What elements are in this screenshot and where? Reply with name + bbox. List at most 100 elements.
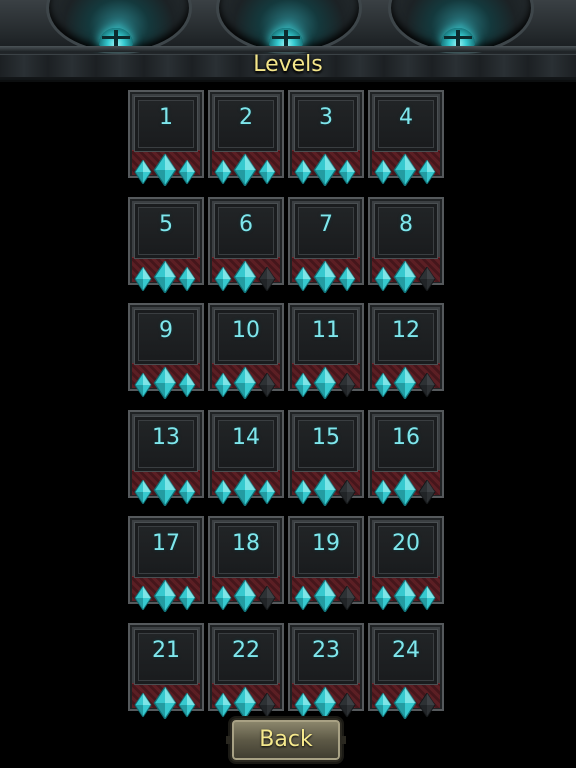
level-tile[interactable]: 19 <box>288 516 364 613</box>
level-tile[interactable]: 24 <box>368 622 444 719</box>
gem-earned-icon <box>153 686 177 719</box>
gem-earned-icon <box>233 580 257 613</box>
gem-earned-icon <box>258 160 276 184</box>
page-title: Levels <box>253 52 323 77</box>
level-tile[interactable]: 12 <box>368 303 444 400</box>
level-tile[interactable]: 5 <box>128 196 204 293</box>
level-number: 10 <box>232 318 260 344</box>
level-tile[interactable]: 17 <box>128 516 204 613</box>
star-gems <box>128 260 204 293</box>
gem-earned-icon <box>393 473 417 506</box>
level-grid: 1 2 3 4 5 6 7 8 9 10 11 12 13 14 15 16 17 18 19 20 21 22 23 24 <box>128 90 444 719</box>
level-tile[interactable]: 16 <box>368 409 444 506</box>
star-gems <box>288 686 364 719</box>
gem-earned-icon <box>233 260 257 293</box>
level-tile[interactable]: 6 <box>208 196 284 293</box>
gem-earned-icon <box>294 479 312 504</box>
gem-earned-icon <box>374 160 392 184</box>
level-number: 1 <box>159 105 173 130</box>
gem-earned-icon <box>134 160 152 184</box>
level-tile[interactable]: 10 <box>208 303 284 400</box>
star-gems <box>208 260 284 293</box>
gem-earned-icon <box>178 160 196 184</box>
gem-empty-icon <box>418 266 436 291</box>
level-number: 18 <box>232 531 260 557</box>
gem-earned-icon <box>374 479 392 504</box>
gem-earned-icon <box>153 260 177 293</box>
star-gems <box>288 580 364 613</box>
level-number: 16 <box>392 424 420 450</box>
level-number: 14 <box>232 424 260 450</box>
gem-earned-icon <box>313 686 337 719</box>
gem-earned-icon <box>153 154 177 186</box>
gem-earned-icon <box>393 580 417 613</box>
star-gems <box>368 473 444 506</box>
gem-earned-icon <box>338 266 356 291</box>
level-tile[interactable]: 11 <box>288 303 364 400</box>
level-number: 20 <box>392 531 420 557</box>
level-number: 4 <box>399 105 413 130</box>
gem-earned-icon <box>313 260 337 293</box>
gem-empty-icon <box>258 586 276 611</box>
gem-empty-icon <box>338 586 356 611</box>
gem-earned-icon <box>294 373 312 398</box>
gem-earned-icon <box>418 586 436 611</box>
gem-empty-icon <box>418 479 436 504</box>
gem-earned-icon <box>294 160 312 184</box>
level-tile[interactable]: 3 <box>288 90 364 186</box>
gem-earned-icon <box>313 473 337 506</box>
gem-earned-icon <box>313 580 337 613</box>
gem-earned-icon <box>134 586 152 611</box>
gem-empty-icon <box>258 373 276 398</box>
level-number: 3 <box>319 105 333 130</box>
gem-earned-icon <box>294 586 312 611</box>
star-gems <box>368 367 444 400</box>
star-gems <box>128 473 204 506</box>
gem-earned-icon <box>258 479 276 504</box>
level-tile[interactable]: 7 <box>288 196 364 293</box>
level-tile[interactable]: 15 <box>288 409 364 506</box>
star-gems <box>368 154 444 186</box>
level-tile[interactable]: 9 <box>128 303 204 400</box>
gem-earned-icon <box>374 373 392 398</box>
gem-empty-icon <box>338 479 356 504</box>
level-number: 12 <box>392 318 420 344</box>
level-tile[interactable]: 21 <box>128 622 204 719</box>
star-gems <box>208 473 284 506</box>
star-gems <box>368 260 444 293</box>
star-gems <box>368 580 444 613</box>
level-tile[interactable]: 20 <box>368 516 444 613</box>
level-number: 2 <box>239 105 253 130</box>
level-tile[interactable]: 14 <box>208 409 284 506</box>
level-tile[interactable]: 18 <box>208 516 284 613</box>
gem-empty-icon <box>258 692 276 717</box>
level-number: 24 <box>392 637 420 663</box>
level-number: 6 <box>239 211 253 237</box>
level-tile[interactable]: 2 <box>208 90 284 186</box>
star-gems <box>288 367 364 400</box>
gem-earned-icon <box>233 473 257 506</box>
level-tile[interactable]: 8 <box>368 196 444 293</box>
star-gems <box>128 154 204 186</box>
gem-earned-icon <box>214 160 232 184</box>
star-gems <box>288 154 364 186</box>
star-gems <box>208 367 284 400</box>
gem-earned-icon <box>338 160 356 184</box>
level-number: 11 <box>312 318 340 344</box>
gem-earned-icon <box>418 160 436 184</box>
level-tile[interactable]: 4 <box>368 90 444 186</box>
level-tile[interactable]: 13 <box>128 409 204 506</box>
level-tile[interactable]: 23 <box>288 622 364 719</box>
star-gems <box>368 686 444 719</box>
gem-earned-icon <box>233 367 257 400</box>
gem-earned-icon <box>214 479 232 504</box>
gem-earned-icon <box>393 686 417 719</box>
back-button[interactable]: Back <box>226 718 346 762</box>
level-number: 19 <box>312 531 340 557</box>
level-tile[interactable]: 22 <box>208 622 284 719</box>
level-number: 15 <box>312 424 340 450</box>
gem-earned-icon <box>178 692 196 717</box>
level-tile[interactable]: 1 <box>128 90 204 186</box>
level-number: 23 <box>312 637 340 663</box>
gem-earned-icon <box>214 586 232 611</box>
